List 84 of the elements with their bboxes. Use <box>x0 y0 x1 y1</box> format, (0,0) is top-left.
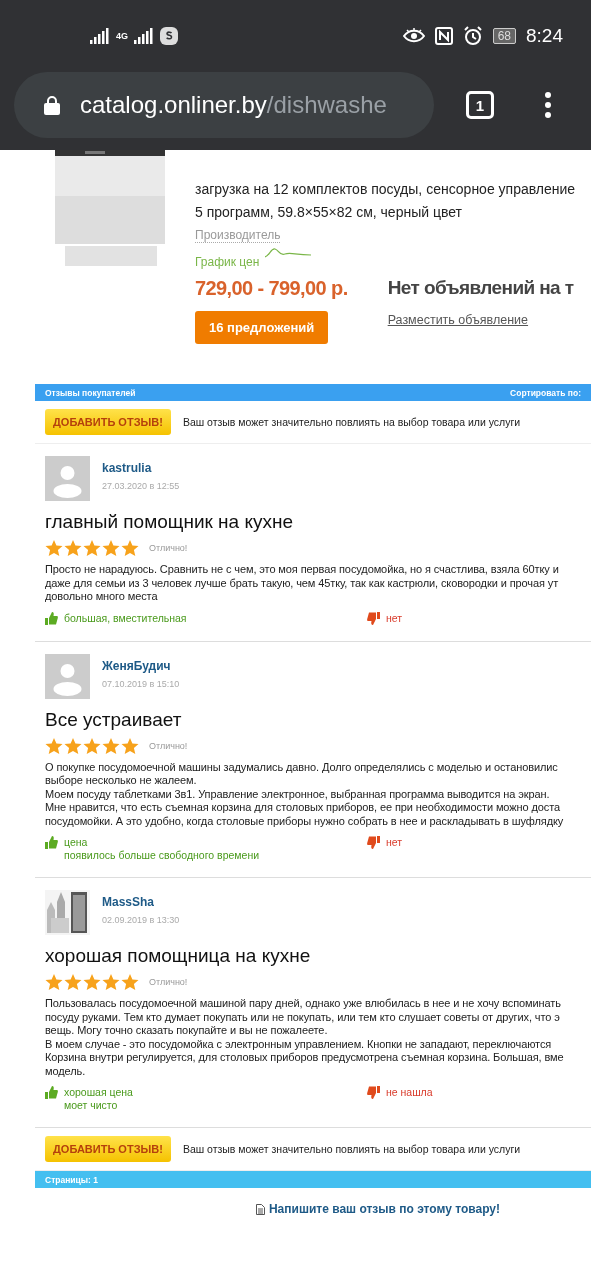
review-text: посудомойки. А это удобно, когда столовые приборы нужно собрать в нее и раскладывать в шуфлядку <box>45 814 565 828</box>
cons-text: нет <box>386 611 403 624</box>
network-label: 4G <box>116 31 128 41</box>
review-text: Мне нравится, что есть съемная корзина для столовых приборов, ее при необходимости можно доста <box>45 801 561 815</box>
clock-time: 8:24 <box>526 25 563 47</box>
price-range: 729,00 - 799,00 р. <box>195 277 348 300</box>
star-icon <box>83 736 101 755</box>
review-date: 27.03.2020 в 12:55 <box>102 481 180 491</box>
review-text: Моем посуду таблетками 3в1. Управление электронное, выбранная программа выводится на экран. <box>45 787 551 801</box>
reviews-title: Отзывы покупателей <box>45 387 136 398</box>
review-text: Просто не нарадуюсь. Сравнить не с чем, это моя первая посудомойка, но я счастлива, взяла 60тку и <box>45 563 560 577</box>
author-name[interactable]: MassSha <box>102 895 180 909</box>
review-title: хорошая помощница на кухне <box>45 945 312 967</box>
thumbs-up-icon <box>45 836 58 849</box>
battery-icon: 68 <box>492 28 516 44</box>
star-icon <box>64 736 82 755</box>
author-name[interactable]: kastrulia <box>102 461 180 475</box>
star-icon <box>45 736 63 755</box>
nfc-icon <box>434 27 453 45</box>
pros-text: цена <box>64 836 89 848</box>
star-icon <box>64 973 82 991</box>
thumbs-up-icon <box>45 611 58 625</box>
star-icon <box>121 539 139 557</box>
star-icon <box>45 539 63 557</box>
pros-text: моет чисто <box>64 1099 119 1111</box>
rating-verdict: Отлично! <box>149 740 188 751</box>
lock-icon <box>44 95 60 115</box>
review-title: главный помощник на кухне <box>45 511 295 533</box>
cons-text: не нашла <box>386 1086 433 1098</box>
document-icon <box>255 1203 265 1215</box>
thumbs-down-icon <box>367 611 380 625</box>
spec-text: 5 программ, 59.8×55×82 см, черный цвет <box>195 203 463 222</box>
review-date: 02.09.2019 в 13:30 <box>102 915 180 925</box>
cons-text: нет <box>386 836 403 848</box>
add-review-button[interactable]: ДОБАВИТЬ ОТЗЫВ! <box>45 1136 171 1162</box>
review-text: посуду руками. Тем кто думает покупать или не покупать, или тем кто слушает советы от других, что э <box>45 1010 561 1024</box>
review-text: Корзина внутри регулируется, для столовых приборов предусмотрена съемная корзина. Большая, вме <box>45 1051 565 1065</box>
rating-verdict: Отлично! <box>149 977 188 987</box>
pros-text: хорошая цена <box>64 1086 133 1098</box>
signal-icon <box>134 28 154 44</box>
signal-icon <box>90 28 110 44</box>
avatar-icon <box>45 653 90 699</box>
review-text: довольно много места <box>45 590 159 604</box>
menu-icon[interactable] <box>544 92 552 118</box>
review-text: Пользовалась посудомоечной машиной пару дней, однако уже влюбилась в нее и не хочу вспоминать <box>45 997 562 1011</box>
star-icon <box>45 973 63 991</box>
review-text: выборе несколько не жалеем. <box>45 774 198 788</box>
write-review-link[interactable]: Напишите ваш отзыв по этому товару! <box>268 1202 501 1216</box>
star-icon <box>102 736 120 755</box>
star-icon <box>121 736 139 755</box>
address-bar[interactable]: catalog.onliner.by/dishwashe <box>14 72 434 138</box>
review-text: даже для семьи из 3 человек лучше брать такую, чем 45тку, так как кастрюли, сковородки и прочая ут <box>45 576 560 590</box>
pages-label: Страницы: 1 <box>45 1174 98 1185</box>
star-icon <box>121 973 139 991</box>
add-review-button[interactable]: ДОБАВИТЬ ОТЗЫВ! <box>45 409 171 435</box>
review-title: Все устраивает <box>45 708 183 731</box>
review-text: модель. <box>45 1064 87 1078</box>
star-icon <box>83 539 101 557</box>
spec-text: загрузка на 12 комплектов посуды, сенсорное управление <box>195 180 576 199</box>
avatar-icon <box>45 456 90 501</box>
author-name[interactable]: ЖеняБудич <box>102 658 180 673</box>
pros-text: большая, вместительная <box>64 611 187 624</box>
sparkline-icon <box>265 247 312 259</box>
add-review-hint: Ваш отзыв может значительно повлиять на выбор товара или услуги <box>182 1143 521 1155</box>
alarm-icon <box>462 26 483 46</box>
review-date: 07.10.2019 в 15:10 <box>102 678 180 689</box>
tab-count-button[interactable]: 1 <box>466 91 494 119</box>
star-icon <box>102 539 120 557</box>
thumbs-down-icon <box>367 836 380 849</box>
eye-icon <box>402 28 425 44</box>
star-icon <box>102 973 120 991</box>
thumbs-down-icon <box>367 1086 380 1099</box>
pros-text: появилось больше свободного времени <box>64 849 260 861</box>
skype-icon <box>160 27 178 45</box>
star-icon <box>64 539 82 557</box>
review-text: вещь. Могу точно сказать покупайте и вы не пожалеете. <box>45 1024 329 1038</box>
thumbs-up-icon <box>45 1086 58 1099</box>
rating-verdict: Отлично! <box>149 543 188 553</box>
review-text: О покупке посудомоечной машины задумались давно. Долго определялись с моделью и остановилис <box>45 760 559 774</box>
review-text: В моем случае - это посудомойка с электронным управлением. Кнопки не западают, переключаются <box>45 1037 553 1051</box>
add-review-hint: Ваш отзыв может значительно повлиять на выбор товара или услуги <box>182 416 521 428</box>
no-ads-heading: Нет объявлений на т <box>387 277 574 299</box>
post-ad-link[interactable]: Разместить объявление <box>387 313 529 327</box>
star-icon <box>83 973 101 991</box>
